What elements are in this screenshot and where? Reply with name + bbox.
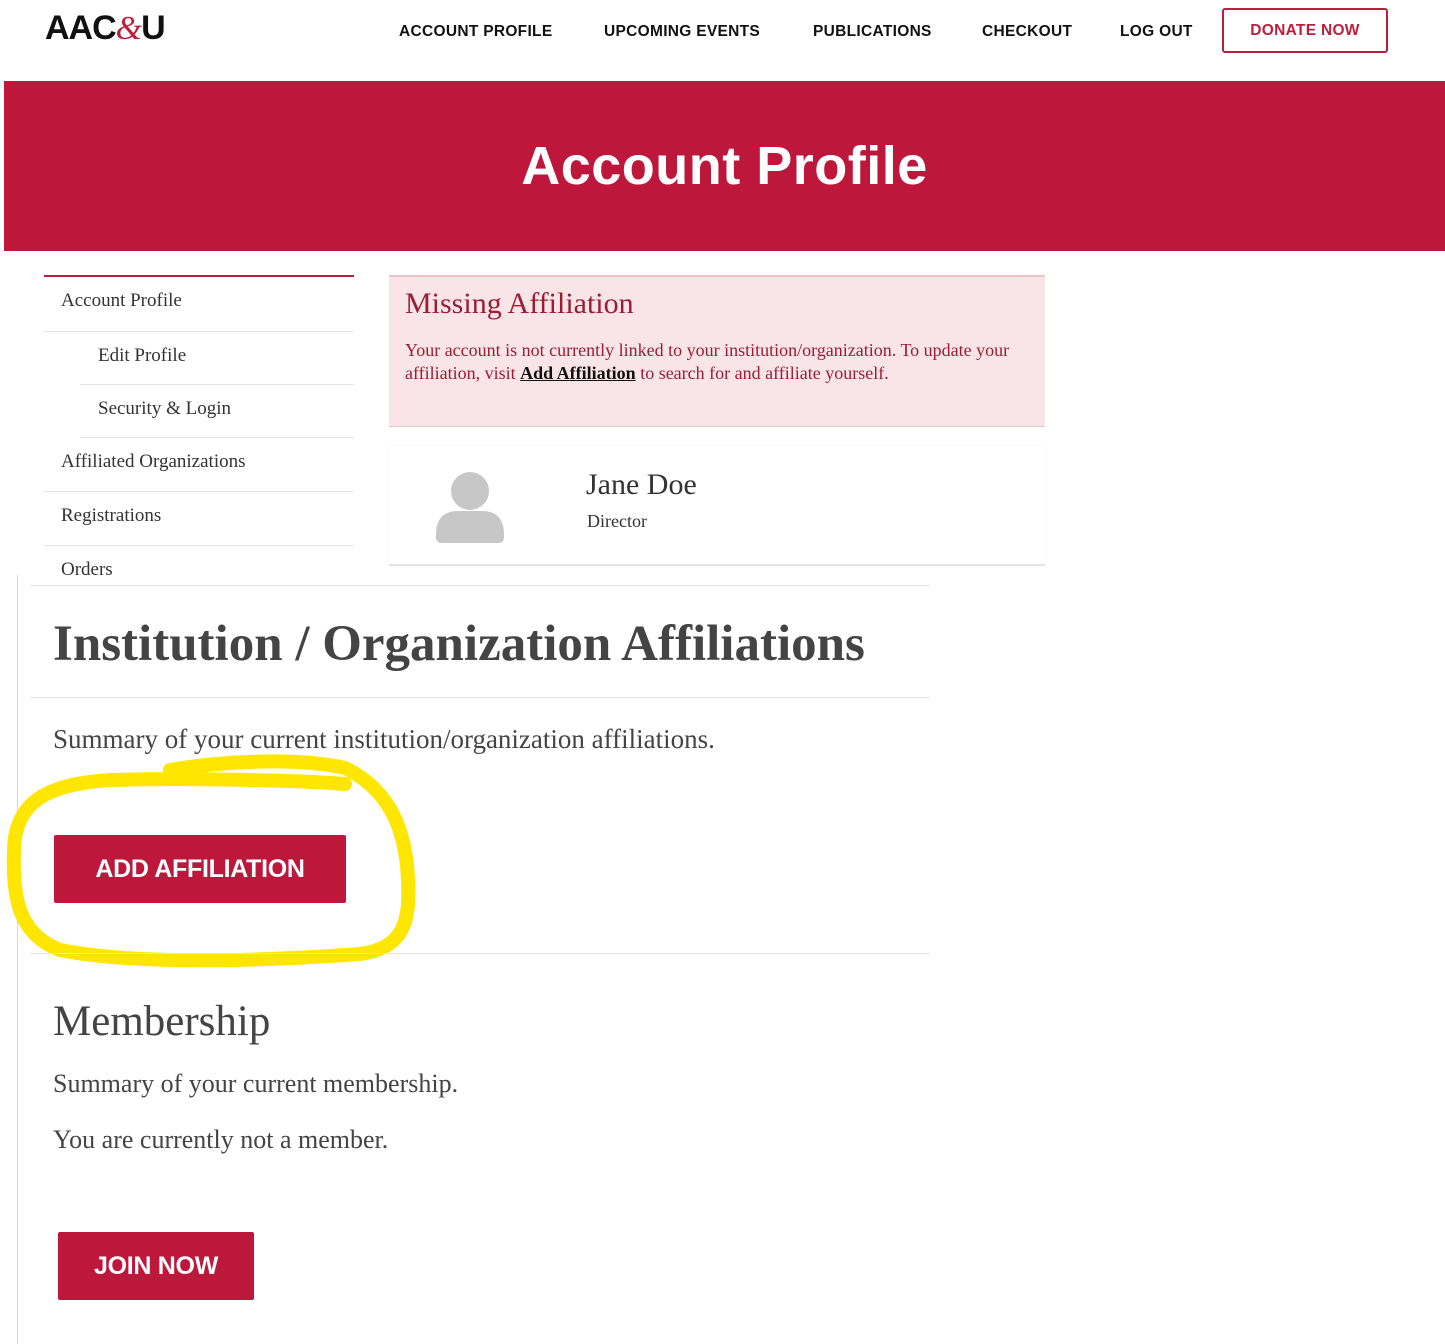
nav-publications[interactable]: PUBLICATIONS (813, 22, 932, 42)
sidebar-item-label: Security & Login (98, 398, 231, 419)
donate-now-button[interactable]: DONATE NOW (1222, 8, 1388, 53)
section-divider (30, 585, 930, 586)
alert-title: Missing Affiliation (405, 287, 634, 320)
profile-name: Jane Doe (586, 468, 697, 501)
membership-subtitle: Summary of your current membership. (53, 1069, 459, 1098)
alert-message: Your account is not currently linked to … (405, 340, 1010, 383)
sidebar-item-security-login[interactable]: Security & Login (80, 385, 354, 438)
site-logo[interactable]: AAC&U (45, 8, 166, 49)
membership-status: You are currently not a member. (53, 1125, 389, 1154)
sidebar-item-orders[interactable]: Orders (44, 546, 354, 586)
sidebar-item-edit-profile[interactable]: Edit Profile (80, 332, 354, 385)
sidebar-item-label: Edit Profile (98, 345, 187, 366)
missing-affiliation-alert: Missing Affiliation Your account is not … (389, 275, 1045, 427)
sidebar-item-registrations[interactable]: Registrations (44, 492, 354, 546)
user-silhouette-icon (436, 472, 504, 543)
affiliations-title: Institution / Organization Affiliations (53, 616, 865, 672)
nav-upcoming-events[interactable]: UPCOMING EVENTS (604, 22, 760, 42)
nav-log-out[interactable]: LOG OUT (1120, 22, 1193, 42)
nav-checkout[interactable]: CHECKOUT (982, 22, 1072, 42)
sidebar-item-affiliated-organizations[interactable]: Affiliated Organizations (44, 438, 354, 492)
affiliations-subtitle: Summary of your current institution/orga… (53, 724, 715, 754)
sidebar-item-label: Affiliated Organizations (61, 451, 246, 472)
join-now-button[interactable]: JOIN NOW (58, 1232, 254, 1300)
page-hero: Account Profile (4, 81, 1445, 251)
nav-account-profile[interactable]: ACCOUNT PROFILE (399, 22, 552, 42)
membership-title: Membership (53, 998, 271, 1045)
section-divider (30, 697, 930, 698)
sidebar-item-label: Orders (61, 559, 113, 580)
profile-role: Director (587, 511, 647, 531)
profile-card: Jane Doe Director (389, 445, 1045, 566)
sidebar-item-label: Registrations (61, 505, 162, 526)
add-affiliation-button[interactable]: ADD AFFILIATION (54, 835, 346, 903)
add-affiliation-link[interactable]: Add Affiliation (520, 363, 636, 383)
sidebar-item-account-profile[interactable]: Account Profile (44, 277, 354, 332)
left-divider (17, 575, 18, 1344)
sidebar-nav: Account Profile Edit Profile Security & … (44, 275, 354, 580)
top-bar: AAC&U ACCOUNT PROFILE UPCOMING EVENTS PU… (0, 0, 1445, 80)
page-title: Account Profile (521, 136, 928, 196)
section-divider (30, 953, 930, 954)
sidebar-item-label: Account Profile (61, 290, 182, 311)
